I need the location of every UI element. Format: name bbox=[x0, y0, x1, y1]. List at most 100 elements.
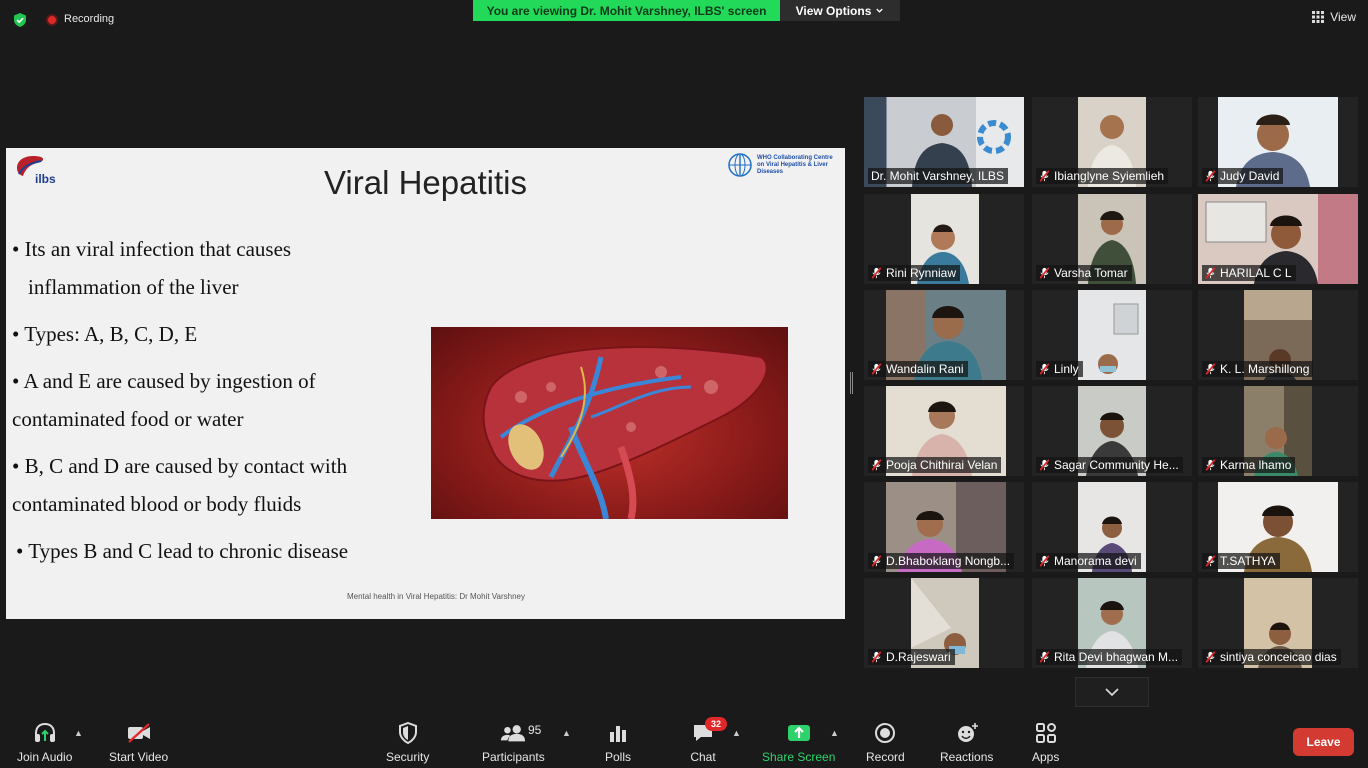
participant-name-label: K. L. Marshillong bbox=[1202, 361, 1314, 377]
participant-name-label: Rini Rynniaw bbox=[868, 265, 961, 281]
participant-tile[interactable]: HARILAL C L bbox=[1198, 194, 1358, 284]
start-video-label: Start Video bbox=[109, 750, 169, 764]
participants-count: 95 bbox=[528, 723, 542, 737]
chevron-down-icon bbox=[1105, 688, 1119, 697]
participant-tile[interactable]: Varsha Tomar bbox=[1032, 194, 1192, 284]
chat-options-caret[interactable]: ▲ bbox=[732, 728, 741, 738]
participant-tile[interactable]: Ibianglyne Syiemlieh bbox=[1032, 97, 1192, 187]
mic-muted-icon bbox=[1039, 555, 1050, 567]
slide-bullet: contaminated food or water bbox=[12, 407, 244, 431]
shield-icon bbox=[398, 722, 417, 744]
participant-name-label: Manorama devi bbox=[1036, 553, 1141, 569]
mic-muted-icon bbox=[1205, 363, 1216, 375]
reactions-button[interactable]: Reactions bbox=[940, 720, 993, 764]
security-shield-icon[interactable] bbox=[12, 12, 28, 28]
participant-name-label: Sagar Community He... bbox=[1036, 457, 1183, 473]
join-audio-button[interactable]: Join Audio bbox=[17, 720, 72, 764]
view-options-button[interactable]: View Options bbox=[780, 0, 900, 21]
mic-muted-icon bbox=[871, 651, 882, 663]
participant-tile[interactable]: D.Rajeswari bbox=[864, 578, 1024, 668]
chat-unread-badge: 32 bbox=[705, 717, 727, 731]
participant-tile[interactable]: Rita Devi bhagwan M... bbox=[1032, 578, 1192, 668]
participants-icon bbox=[501, 725, 526, 742]
share-screen-icon bbox=[787, 725, 810, 741]
view-button[interactable]: View bbox=[1312, 10, 1356, 24]
participant-tile[interactable]: Manorama devi bbox=[1032, 482, 1192, 572]
mic-muted-icon bbox=[871, 459, 882, 471]
audio-options-caret[interactable]: ▲ bbox=[74, 728, 83, 738]
record-label: Record bbox=[866, 750, 905, 764]
participant-tile[interactable]: sintiya conceicao dias bbox=[1198, 578, 1358, 668]
participant-name-label: Wandalin Rani bbox=[868, 361, 968, 377]
participant-name-label: T.SATHYA bbox=[1202, 553, 1280, 569]
video-off-icon bbox=[127, 723, 150, 743]
slide-bullet: • Types: A, B, C, D, E bbox=[12, 322, 198, 346]
participants-label: Participants bbox=[482, 750, 545, 764]
participant-tile[interactable]: Linly bbox=[1032, 290, 1192, 380]
mic-muted-icon bbox=[1205, 555, 1216, 567]
leave-button[interactable]: Leave bbox=[1293, 728, 1354, 756]
participant-name-label: Ibianglyne Syiemlieh bbox=[1036, 168, 1169, 184]
splitter-handle[interactable] bbox=[850, 372, 853, 394]
chevron-down-icon bbox=[876, 8, 884, 13]
apps-button[interactable]: Apps bbox=[1032, 720, 1059, 764]
participant-name-label: Rita Devi bhagwan M... bbox=[1036, 649, 1183, 665]
slide-title: Viral Hepatitis bbox=[324, 164, 527, 201]
participant-name-label: HARILAL C L bbox=[1202, 265, 1296, 281]
slide-bullet: • Types B and C lead to chronic disease bbox=[16, 539, 349, 563]
gallery-next-page-button[interactable] bbox=[1075, 677, 1149, 707]
slide-bullet: contaminated blood or body fluids bbox=[12, 492, 302, 516]
slide-bullet: • B, C and D are caused by contact with bbox=[12, 454, 348, 478]
participant-name-label: D.Bhaboklang Nongb... bbox=[868, 553, 1015, 569]
slide-bullet: • Its an viral infection that causes bbox=[12, 237, 292, 261]
grid-icon bbox=[1312, 11, 1325, 23]
polls-label: Polls bbox=[605, 750, 632, 764]
participant-name-label: Pooja Chithirai Velan bbox=[868, 457, 1002, 473]
participant-tile[interactable]: Rini Rynniaw bbox=[864, 194, 1024, 284]
record-button[interactable]: Record bbox=[866, 720, 905, 764]
security-label: Security bbox=[386, 750, 430, 764]
mic-muted-icon bbox=[871, 267, 882, 279]
start-video-button[interactable]: Start Video bbox=[109, 720, 168, 764]
participant-tile[interactable]: Sagar Community He... bbox=[1032, 386, 1192, 476]
apps-icon bbox=[1035, 723, 1056, 743]
participant-tile[interactable]: T.SATHYA bbox=[1198, 482, 1358, 572]
participant-video bbox=[1078, 290, 1146, 380]
participant-tile[interactable]: Karma lhamo bbox=[1198, 386, 1358, 476]
mic-muted-icon bbox=[1039, 267, 1050, 279]
participant-name-label: Dr. Mohit Varshney, ILBS bbox=[868, 168, 1008, 184]
mic-muted-icon bbox=[871, 363, 882, 375]
meeting-toolbar: Join Audio ▲ Start Video Security Partic… bbox=[0, 714, 1368, 768]
participant-tile[interactable]: Dr. Mohit Varshney, ILBS bbox=[864, 97, 1024, 187]
share-screen-button[interactable]: Share Screen bbox=[762, 720, 835, 764]
view-label: View bbox=[1330, 10, 1356, 24]
polls-button[interactable]: Polls bbox=[605, 720, 631, 764]
mic-muted-icon bbox=[1205, 459, 1216, 471]
reactions-label: Reactions bbox=[940, 750, 994, 764]
mic-muted-icon bbox=[871, 555, 882, 567]
security-button[interactable]: Security bbox=[386, 720, 429, 764]
join-audio-label: Join Audio bbox=[17, 750, 73, 764]
participant-name-label: Karma lhamo bbox=[1202, 457, 1296, 473]
share-options-caret[interactable]: ▲ bbox=[830, 728, 839, 738]
participant-tile[interactable]: Judy David bbox=[1198, 97, 1358, 187]
chat-label: Chat bbox=[690, 750, 716, 764]
participant-name-label: Varsha Tomar bbox=[1036, 265, 1132, 281]
view-options-label: View Options bbox=[795, 3, 872, 18]
mic-muted-icon bbox=[1039, 459, 1050, 471]
participant-name-label: sintiya conceicao dias bbox=[1202, 649, 1341, 665]
participant-name-label: D.Rajeswari bbox=[868, 649, 955, 665]
shared-screen-slide: ilbs WHO Collaborating Centre on Viral H… bbox=[6, 148, 845, 619]
participant-tile[interactable]: K. L. Marshillong bbox=[1198, 290, 1358, 380]
zoom-meeting-window: Recording You are viewing Dr. Mohit Vars… bbox=[0, 0, 1368, 768]
recording-icon[interactable] bbox=[46, 14, 58, 26]
participant-tile[interactable]: Pooja Chithirai Velan bbox=[864, 386, 1024, 476]
mic-muted-icon bbox=[1039, 170, 1050, 182]
slide-bullet: inflammation of the liver bbox=[28, 275, 239, 299]
participants-options-caret[interactable]: ▲ bbox=[562, 728, 571, 738]
participant-tile[interactable]: D.Bhaboklang Nongb... bbox=[864, 482, 1024, 572]
recording-label: Recording bbox=[64, 13, 115, 25]
participant-tile[interactable]: Wandalin Rani bbox=[864, 290, 1024, 380]
viewing-screen-banner: You are viewing Dr. Mohit Varshney, ILBS… bbox=[473, 0, 780, 21]
slide-footer: Mental health in Viral Hepatitis: Dr Moh… bbox=[346, 592, 525, 601]
